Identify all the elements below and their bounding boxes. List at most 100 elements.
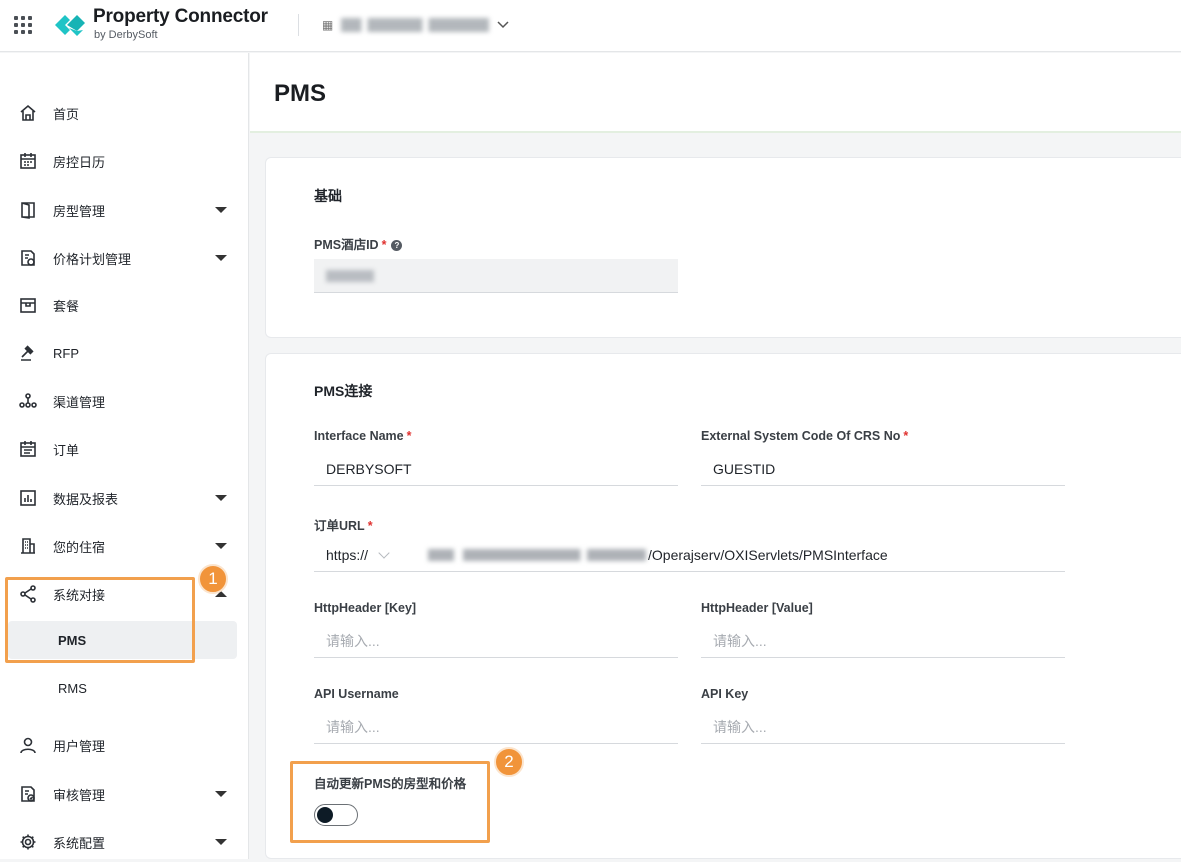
- sidebar-item-label: 审核管理: [53, 787, 106, 803]
- sidebar-item-label: 房型管理: [53, 203, 106, 219]
- sidebar-item-audit[interactable]: 审核管理: [0, 774, 249, 814]
- brand-subtitle: by DerbySoft: [94, 29, 158, 41]
- sidebar-item-rate-plans[interactable]: 价格计划管理: [0, 238, 249, 278]
- http-header-key-input[interactable]: 请输入...: [314, 624, 678, 658]
- order-icon: [19, 440, 37, 458]
- http-header-value-input[interactable]: 请输入...: [701, 624, 1065, 658]
- order-url-path[interactable]: /Operajserv/OXIServlets/PMSInterface: [648, 547, 888, 563]
- sidebar-subitem-rms[interactable]: RMS: [8, 669, 237, 707]
- required-mark: *: [367, 519, 373, 533]
- label-text: PMS酒店ID: [314, 238, 379, 252]
- sidebar-item-label: 套餐: [53, 298, 80, 314]
- sidebar-item-users[interactable]: 用户管理: [0, 725, 249, 765]
- channel-icon: [19, 392, 37, 410]
- home-icon: [19, 104, 37, 122]
- hotel-name-redacted: [341, 18, 490, 32]
- caret-down-icon: [215, 543, 227, 549]
- label-text: 订单URL: [314, 519, 365, 533]
- api-username-input[interactable]: 请输入...: [314, 710, 678, 744]
- required-mark: *: [406, 429, 412, 443]
- price-plan-icon: [19, 249, 37, 267]
- order-url-field: https:// /Operajserv/OXIServlets/PMSInte…: [314, 538, 1065, 572]
- interface-name-label: Interface Name *: [314, 429, 412, 443]
- toggle-knob: [317, 807, 333, 823]
- annotation-badge-1: 1: [198, 564, 228, 594]
- sidebar-item-channels[interactable]: 渠道管理: [0, 381, 249, 421]
- sidebar-item-label: 数据及报表: [53, 491, 119, 507]
- calendar-icon: [19, 152, 37, 170]
- brand-logo: [55, 15, 85, 36]
- chart-icon: [19, 489, 37, 507]
- sidebar-item-packages[interactable]: 套餐: [0, 285, 249, 325]
- gavel-icon: [19, 344, 37, 362]
- sidebar-item-home[interactable]: 首页: [0, 93, 249, 133]
- caret-down-icon: [215, 255, 227, 261]
- caret-down-icon: [215, 207, 227, 213]
- sidebar-item-reports[interactable]: 数据及报表: [0, 478, 249, 518]
- gear-icon: [19, 833, 37, 851]
- http-header-value-label: HttpHeader [Value]: [701, 601, 813, 615]
- chevron-down-icon: [497, 21, 509, 29]
- pms-hotel-id-field: [314, 259, 678, 293]
- auto-update-label: 自动更新PMS的房型和价格: [314, 777, 467, 791]
- hotel-selector[interactable]: ▦: [322, 15, 509, 35]
- auto-update-toggle[interactable]: [314, 804, 358, 826]
- brand-title: Property Connector: [93, 6, 268, 27]
- sidebar-item-label: 用户管理: [53, 738, 106, 754]
- sidebar-subitem-pms[interactable]: PMS: [8, 621, 237, 659]
- sidebar-item-label: 您的住宿: [53, 539, 106, 555]
- help-icon[interactable]: ?: [391, 240, 403, 251]
- sidebar-item-label: 系统配置: [53, 835, 106, 851]
- sidebar-item-label: RFP: [53, 345, 79, 361]
- http-header-key-label: HttpHeader [Key]: [314, 601, 417, 615]
- door-icon: [19, 201, 37, 219]
- hotel-id-redacted: [326, 269, 374, 282]
- label-text: External System Code Of CRS No: [701, 429, 901, 443]
- sidebar-item-rfp[interactable]: RFP: [0, 333, 249, 373]
- sidebar-item-label: 渠道管理: [53, 394, 106, 410]
- sidebar-item-room-types[interactable]: 房型管理: [0, 190, 249, 230]
- sidebar-item-properties[interactable]: 您的住宿: [0, 526, 249, 566]
- section-title: PMS连接: [314, 383, 373, 399]
- external-system-code-input[interactable]: GUESTID: [701, 452, 1065, 486]
- api-key-label: API Key: [701, 687, 749, 701]
- sidebar-item-settings[interactable]: 系统配置: [0, 822, 249, 862]
- external-system-code-label: External System Code Of CRS No *: [701, 429, 908, 443]
- url-protocol-select[interactable]: https://: [326, 547, 422, 563]
- divider: [298, 14, 299, 36]
- api-key-input[interactable]: 请输入...: [701, 710, 1065, 744]
- required-mark: *: [381, 238, 387, 252]
- page-title: PMS: [274, 80, 327, 107]
- sidebar-item-label: 订单: [53, 442, 80, 458]
- section-title: 基础: [314, 188, 342, 204]
- url-host-redacted: [428, 548, 646, 561]
- caret-down-icon: [215, 839, 227, 845]
- audit-icon: [19, 785, 37, 803]
- order-url-label: 订单URL *: [314, 515, 373, 534]
- required-mark: *: [903, 429, 909, 443]
- sidebar-item-label: 房控日历: [53, 154, 106, 170]
- sidebar-item-label: 首页: [53, 106, 80, 122]
- sidebar-item-orders[interactable]: 订单: [0, 429, 249, 469]
- sidebar: 首页 房控日历 房型管理 价格计划管理 套餐 RFP 渠道管理 订单 数据及报表…: [0, 53, 249, 859]
- caret-down-icon: [215, 791, 227, 797]
- chevron-down-icon: [378, 546, 390, 559]
- sidebar-item-label: 价格计划管理: [53, 251, 132, 267]
- app-grid-icon[interactable]: [14, 16, 32, 34]
- pms-hotel-id-label: PMS酒店ID *?: [314, 234, 403, 253]
- sidebar-item-calendar[interactable]: 房控日历: [0, 141, 249, 181]
- top-bar: Property Connector by DerbySoft ▦: [0, 0, 1181, 52]
- protocol-value: https://: [326, 546, 369, 563]
- caret-down-icon: [215, 495, 227, 501]
- share-icon: [19, 585, 37, 603]
- user-icon: [19, 736, 37, 754]
- building-icon: ▦: [322, 18, 334, 32]
- sidebar-item-label: 系统对接: [53, 587, 106, 603]
- annotation-badge-2: 2: [494, 747, 524, 777]
- label-text: Interface Name: [314, 429, 404, 443]
- api-username-label: API Username: [314, 687, 399, 701]
- page-header: PMS: [250, 53, 1181, 133]
- basic-section-card: 基础 PMS酒店ID *?: [265, 157, 1181, 338]
- package-icon: [19, 296, 37, 314]
- interface-name-input[interactable]: DERBYSOFT: [314, 452, 678, 486]
